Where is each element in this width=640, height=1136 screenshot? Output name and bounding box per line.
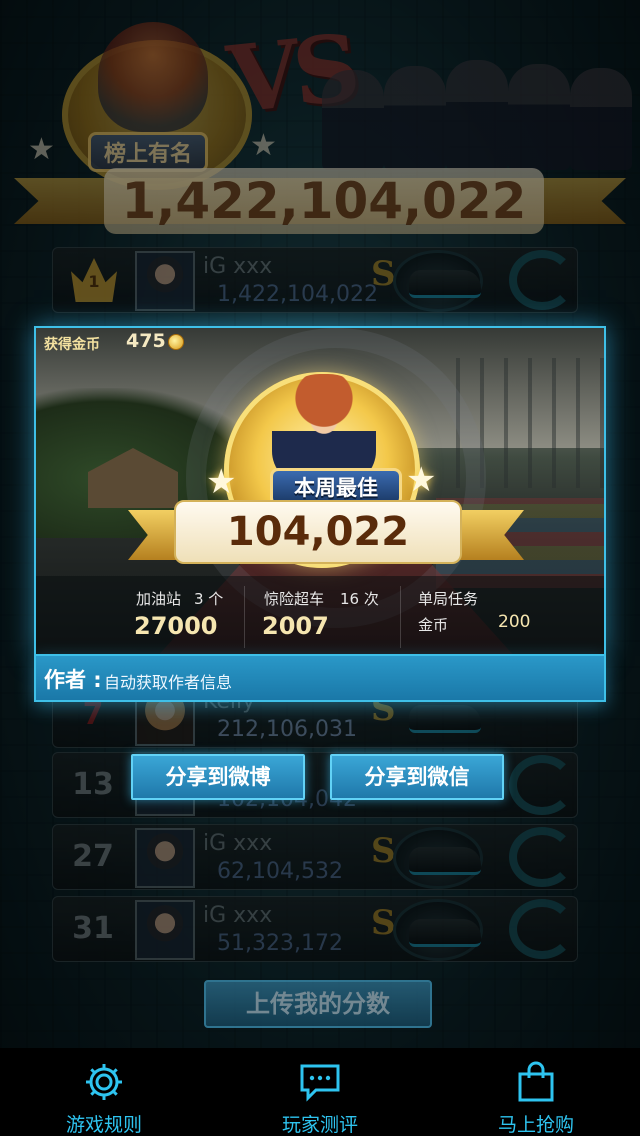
overtake-value: 2007 — [262, 612, 329, 640]
share-weibo-button[interactable]: 分享到微博 — [131, 754, 305, 800]
nav-label: 游戏规则 — [65, 1114, 142, 1136]
nav-label: 玩家测评 — [281, 1114, 358, 1136]
star-icon: ★ — [206, 462, 237, 502]
mission-label: 单局任务 — [418, 590, 479, 608]
coin-icon — [168, 334, 184, 350]
nav-label: 马上抢购 — [497, 1114, 574, 1136]
coins-value: 475 — [126, 330, 166, 352]
divider — [400, 586, 401, 648]
author-bar: 作者 : 自动获取作者信息 — [34, 656, 606, 702]
share-wechat-button[interactable]: 分享到微信 — [330, 754, 504, 800]
station-count: 3 个 — [194, 590, 224, 608]
author-label: 作者 : — [44, 668, 102, 692]
overtake-count: 16 次 — [340, 590, 379, 608]
mission-coin-label: 金币 — [418, 616, 449, 634]
coins-label: 获得金币 — [44, 337, 100, 353]
nav-item-player-reviews[interactable]: 玩家测评 — [230, 1048, 410, 1136]
share-card: 获得金币 475 ★ ★ 本周最佳 104,022 加油站 3 个 27000 … — [34, 326, 606, 656]
chat-bubble-icon — [300, 1064, 340, 1102]
bottom-nav: 游戏规则 玩家测评 马上抢购 — [0, 1048, 640, 1136]
overtake-label: 惊险超车 — [264, 590, 325, 608]
divider — [244, 586, 245, 648]
nav-item-game-rules[interactable]: 游戏规则 — [14, 1048, 194, 1136]
gear-icon — [86, 1064, 122, 1100]
upload-score-button[interactable]: 上传我的分数 — [204, 980, 432, 1028]
stats-panel: 加油站 3 个 27000 惊险超车 16 次 2007 单局任务 金币 200 — [36, 576, 604, 654]
station-label: 加油站 — [136, 590, 182, 608]
star-icon: ★ — [406, 460, 437, 500]
author-value: 自动获取作者信息 — [104, 673, 233, 692]
shopping-bag-icon — [518, 1061, 554, 1102]
nav-item-buy-now[interactable]: 马上抢购 — [446, 1048, 626, 1136]
weekly-best-score: 104,022 — [226, 509, 410, 555]
mission-coin-value: 200 — [498, 612, 531, 632]
station-value: 27000 — [134, 612, 218, 640]
